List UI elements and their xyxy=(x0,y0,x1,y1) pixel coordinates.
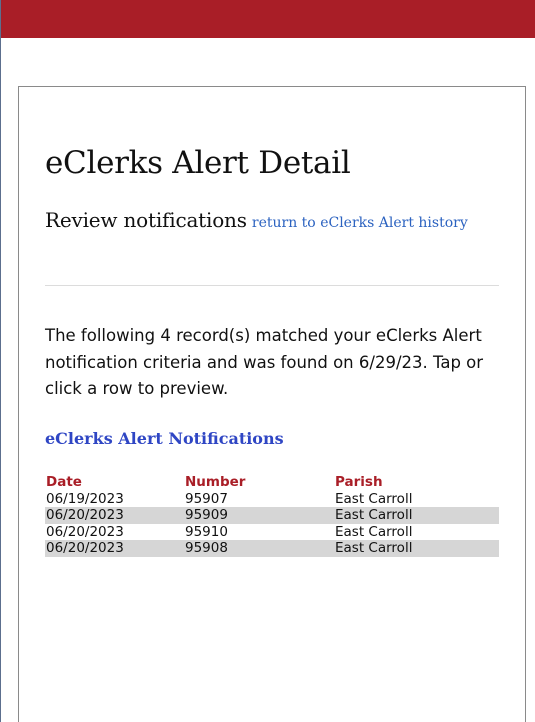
divider xyxy=(45,285,499,286)
cell-number: 95909 xyxy=(185,507,228,523)
table-row[interactable]: 06/19/2023 95907 East Carroll xyxy=(45,491,499,508)
table-row[interactable]: 06/20/2023 95909 East Carroll xyxy=(45,507,499,524)
intro-text: The following 4 record(s) matched your e… xyxy=(45,326,484,398)
cell-number: 95907 xyxy=(185,490,228,507)
alert-detail-card: eClerks Alert Detail Review notification… xyxy=(18,86,526,722)
cell-parish: East Carroll xyxy=(335,523,413,540)
column-header-parish: Parish xyxy=(335,474,383,490)
top-brand-bar xyxy=(1,0,535,38)
table-row[interactable]: 06/20/2023 95908 East Carroll xyxy=(45,540,499,557)
column-header-date: Date xyxy=(46,474,82,490)
return-to-history-link[interactable]: return to eClerks Alert history xyxy=(252,215,468,231)
app-viewport: eClerks Alert Detail Review notification… xyxy=(0,0,535,722)
column-header-number: Number xyxy=(185,474,246,490)
page-title: eClerks Alert Detail xyxy=(45,145,351,181)
cell-parish: East Carroll xyxy=(335,490,413,507)
subtitle: Review notifications xyxy=(45,208,247,232)
cell-date: 06/20/2023 xyxy=(46,507,124,523)
cell-number: 95908 xyxy=(185,540,228,556)
cell-parish: East Carroll xyxy=(335,507,413,523)
table-header-row: Date Number Parish xyxy=(45,474,499,491)
cell-parish: East Carroll xyxy=(335,540,413,556)
cell-number: 95910 xyxy=(185,523,228,540)
subheading: Review notifications return to eClerks A… xyxy=(45,204,515,239)
notifications-table: Date Number Parish 06/19/2023 95907 East… xyxy=(45,474,499,557)
notifications-section-title: eClerks Alert Notifications xyxy=(45,429,284,448)
cell-date: 06/20/2023 xyxy=(46,540,124,556)
cell-date: 06/19/2023 xyxy=(46,490,124,507)
table-row[interactable]: 06/20/2023 95910 East Carroll xyxy=(45,524,499,541)
cell-date: 06/20/2023 xyxy=(46,523,124,540)
